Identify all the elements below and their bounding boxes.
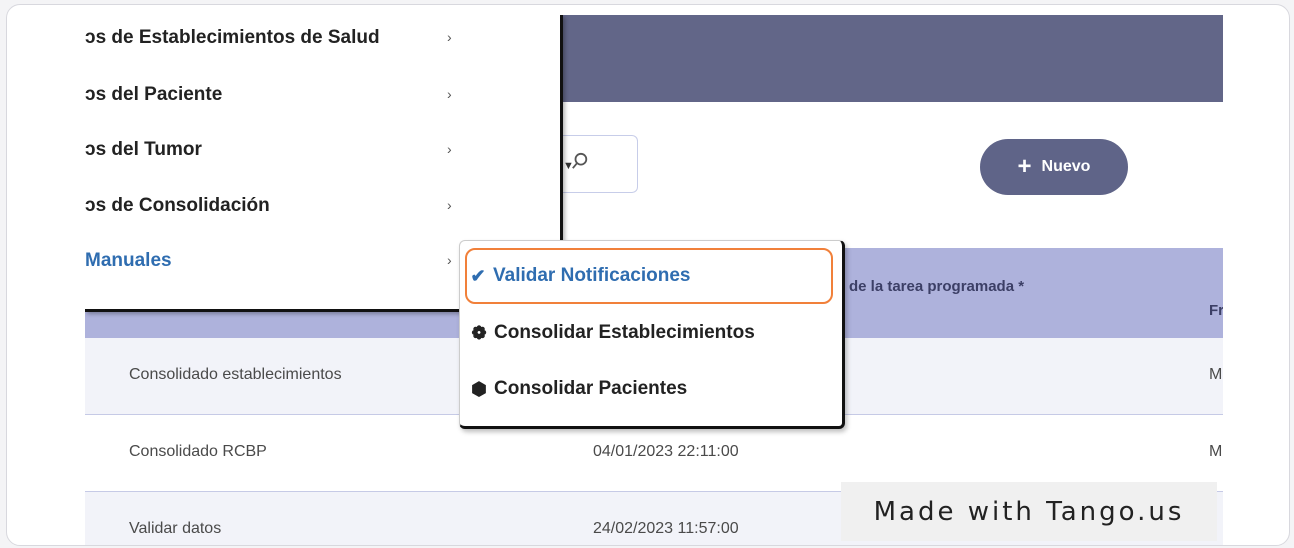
date-cell: 04/01/2023 22:11:00: [593, 443, 739, 460]
search-icon[interactable]: [571, 152, 589, 170]
task-name-cell: Validar datos: [129, 520, 222, 537]
menu-item-label: Manuales: [85, 250, 172, 271]
menu-item-label: ɔs del Paciente: [85, 84, 223, 105]
tango-watermark: Made with Tango.us: [841, 482, 1217, 541]
new-button[interactable]: + Nuevo: [980, 139, 1128, 195]
menu-item-label: ɔs de Consolidación: [85, 195, 270, 216]
chevron-right-icon: ›: [447, 29, 452, 45]
manuals-submenu: ✔ Validar Notificaciones ❁ Consolidar Es…: [459, 240, 845, 429]
menu-item-tumor[interactable]: ɔs del Tumor ›: [85, 139, 555, 179]
submenu-item-label: Validar Notificaciones: [493, 265, 691, 286]
menu-item-label: ɔs de Establecimientos de Salud: [85, 27, 380, 48]
chevron-right-icon: ›: [447, 197, 452, 213]
chevron-right-icon: ›: [447, 86, 452, 102]
chevron-right-icon: ›: [447, 141, 452, 157]
menu-item-consolidation[interactable]: ɔs de Consolidación ›: [85, 195, 555, 235]
chevron-right-icon: ›: [447, 252, 452, 268]
submenu-item-consolidate-establishments[interactable]: ❁ Consolidar Establecimientos: [468, 309, 828, 357]
task-name-cell: Consolidado RCBP: [129, 443, 267, 460]
submenu-item-consolidate-patients[interactable]: ⬢ Consolidar Pacientes: [468, 365, 828, 413]
new-button-label: Nuevo: [1041, 158, 1091, 175]
screenshot-frame: ▼ + Nuevo de la tarea programada * Fr Co…: [6, 4, 1290, 546]
frequency-cell: Me: [1209, 366, 1223, 383]
menu-item-label: ɔs del Tumor: [85, 139, 202, 160]
menu-item-patient[interactable]: ɔs del Paciente ›: [85, 84, 555, 124]
submenu-item-label: Consolidar Pacientes: [494, 378, 688, 399]
column-header-frequency[interactable]: Fr: [1209, 302, 1223, 319]
cubes-icon: ❁: [471, 322, 487, 343]
submenu-item-validate-notifications[interactable]: ✔ Validar Notificaciones: [465, 248, 833, 304]
check-icon: ✔: [470, 265, 486, 286]
date-cell: 24/02/2023 11:57:00: [593, 520, 739, 537]
submenu-item-label: Consolidar Establecimientos: [494, 322, 755, 343]
frequency-cell: Me: [1209, 443, 1223, 460]
cube-icon: ⬢: [471, 378, 487, 399]
task-name-cell: Consolidado establecimientos: [129, 366, 342, 383]
plus-icon: +: [1017, 153, 1032, 180]
menu-item-establishments[interactable]: ɔs de Establecimientos de Salud ›: [85, 27, 555, 67]
column-header-scheduled-task[interactable]: de la tarea programada *: [849, 278, 1024, 295]
